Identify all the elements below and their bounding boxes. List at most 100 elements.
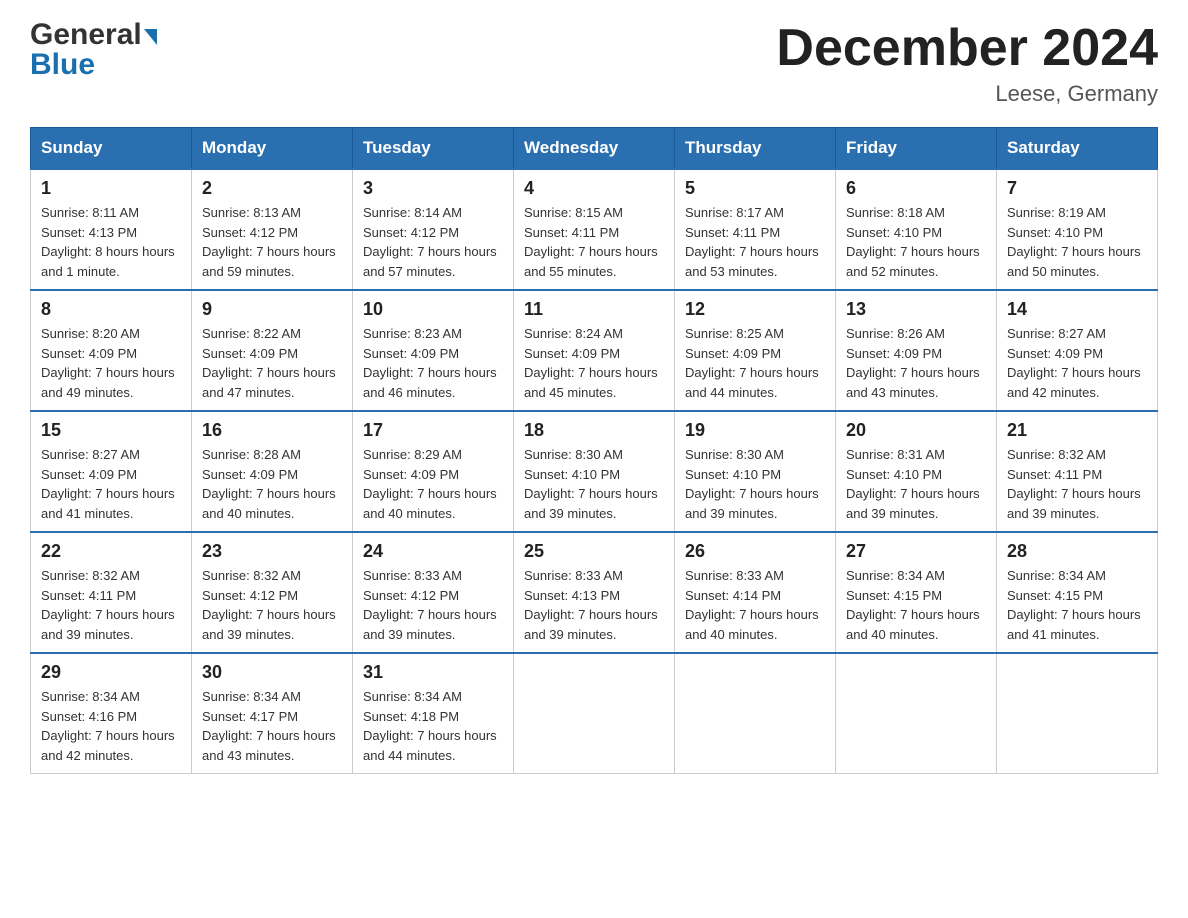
table-row: 11 Sunrise: 8:24 AMSunset: 4:09 PMDaylig… (514, 290, 675, 411)
day-number: 12 (685, 299, 825, 320)
calendar-week-row: 22 Sunrise: 8:32 AMSunset: 4:11 PMDaylig… (31, 532, 1158, 653)
title-block: December 2024 Leese, Germany (776, 20, 1158, 107)
day-info: Sunrise: 8:14 AMSunset: 4:12 PMDaylight:… (363, 203, 503, 281)
day-info: Sunrise: 8:31 AMSunset: 4:10 PMDaylight:… (846, 445, 986, 523)
day-info: Sunrise: 8:30 AMSunset: 4:10 PMDaylight:… (524, 445, 664, 523)
table-row (836, 653, 997, 774)
day-info: Sunrise: 8:25 AMSunset: 4:09 PMDaylight:… (685, 324, 825, 402)
day-info: Sunrise: 8:17 AMSunset: 4:11 PMDaylight:… (685, 203, 825, 281)
day-info: Sunrise: 8:34 AMSunset: 4:18 PMDaylight:… (363, 687, 503, 765)
calendar-week-row: 15 Sunrise: 8:27 AMSunset: 4:09 PMDaylig… (31, 411, 1158, 532)
day-info: Sunrise: 8:32 AMSunset: 4:11 PMDaylight:… (1007, 445, 1147, 523)
table-row: 8 Sunrise: 8:20 AMSunset: 4:09 PMDayligh… (31, 290, 192, 411)
day-info: Sunrise: 8:15 AMSunset: 4:11 PMDaylight:… (524, 203, 664, 281)
day-number: 29 (41, 662, 181, 683)
day-info: Sunrise: 8:34 AMSunset: 4:17 PMDaylight:… (202, 687, 342, 765)
table-row (997, 653, 1158, 774)
page-header: General Blue December 2024 Leese, German… (30, 20, 1158, 107)
day-number: 10 (363, 299, 503, 320)
day-number: 8 (41, 299, 181, 320)
header-sunday: Sunday (31, 128, 192, 170)
day-info: Sunrise: 8:32 AMSunset: 4:11 PMDaylight:… (41, 566, 181, 644)
table-row: 28 Sunrise: 8:34 AMSunset: 4:15 PMDaylig… (997, 532, 1158, 653)
day-number: 25 (524, 541, 664, 562)
day-number: 5 (685, 178, 825, 199)
table-row: 26 Sunrise: 8:33 AMSunset: 4:14 PMDaylig… (675, 532, 836, 653)
header-thursday: Thursday (675, 128, 836, 170)
day-info: Sunrise: 8:30 AMSunset: 4:10 PMDaylight:… (685, 445, 825, 523)
table-row: 14 Sunrise: 8:27 AMSunset: 4:09 PMDaylig… (997, 290, 1158, 411)
day-number: 2 (202, 178, 342, 199)
day-info: Sunrise: 8:27 AMSunset: 4:09 PMDaylight:… (1007, 324, 1147, 402)
table-row: 9 Sunrise: 8:22 AMSunset: 4:09 PMDayligh… (192, 290, 353, 411)
header-monday: Monday (192, 128, 353, 170)
day-number: 20 (846, 420, 986, 441)
table-row: 4 Sunrise: 8:15 AMSunset: 4:11 PMDayligh… (514, 169, 675, 290)
logo-arrow-icon (144, 29, 157, 45)
calendar-table: Sunday Monday Tuesday Wednesday Thursday… (30, 127, 1158, 774)
day-info: Sunrise: 8:32 AMSunset: 4:12 PMDaylight:… (202, 566, 342, 644)
table-row: 1 Sunrise: 8:11 AMSunset: 4:13 PMDayligh… (31, 169, 192, 290)
day-info: Sunrise: 8:22 AMSunset: 4:09 PMDaylight:… (202, 324, 342, 402)
day-info: Sunrise: 8:29 AMSunset: 4:09 PMDaylight:… (363, 445, 503, 523)
table-row: 19 Sunrise: 8:30 AMSunset: 4:10 PMDaylig… (675, 411, 836, 532)
header-wednesday: Wednesday (514, 128, 675, 170)
day-number: 11 (524, 299, 664, 320)
day-info: Sunrise: 8:34 AMSunset: 4:15 PMDaylight:… (846, 566, 986, 644)
table-row: 18 Sunrise: 8:30 AMSunset: 4:10 PMDaylig… (514, 411, 675, 532)
table-row: 24 Sunrise: 8:33 AMSunset: 4:12 PMDaylig… (353, 532, 514, 653)
table-row: 20 Sunrise: 8:31 AMSunset: 4:10 PMDaylig… (836, 411, 997, 532)
table-row: 29 Sunrise: 8:34 AMSunset: 4:16 PMDaylig… (31, 653, 192, 774)
day-info: Sunrise: 8:27 AMSunset: 4:09 PMDaylight:… (41, 445, 181, 523)
day-number: 7 (1007, 178, 1147, 199)
day-info: Sunrise: 8:34 AMSunset: 4:15 PMDaylight:… (1007, 566, 1147, 644)
calendar-week-row: 29 Sunrise: 8:34 AMSunset: 4:16 PMDaylig… (31, 653, 1158, 774)
day-number: 1 (41, 178, 181, 199)
day-number: 3 (363, 178, 503, 199)
day-number: 21 (1007, 420, 1147, 441)
calendar-week-row: 8 Sunrise: 8:20 AMSunset: 4:09 PMDayligh… (31, 290, 1158, 411)
table-row: 7 Sunrise: 8:19 AMSunset: 4:10 PMDayligh… (997, 169, 1158, 290)
table-row (514, 653, 675, 774)
day-info: Sunrise: 8:28 AMSunset: 4:09 PMDaylight:… (202, 445, 342, 523)
day-number: 14 (1007, 299, 1147, 320)
table-row: 27 Sunrise: 8:34 AMSunset: 4:15 PMDaylig… (836, 532, 997, 653)
day-info: Sunrise: 8:33 AMSunset: 4:13 PMDaylight:… (524, 566, 664, 644)
logo-blue: Blue (30, 50, 95, 80)
day-number: 15 (41, 420, 181, 441)
day-info: Sunrise: 8:23 AMSunset: 4:09 PMDaylight:… (363, 324, 503, 402)
table-row: 31 Sunrise: 8:34 AMSunset: 4:18 PMDaylig… (353, 653, 514, 774)
day-number: 4 (524, 178, 664, 199)
table-row: 12 Sunrise: 8:25 AMSunset: 4:09 PMDaylig… (675, 290, 836, 411)
day-info: Sunrise: 8:33 AMSunset: 4:12 PMDaylight:… (363, 566, 503, 644)
day-number: 27 (846, 541, 986, 562)
day-number: 18 (524, 420, 664, 441)
table-row: 2 Sunrise: 8:13 AMSunset: 4:12 PMDayligh… (192, 169, 353, 290)
day-info: Sunrise: 8:33 AMSunset: 4:14 PMDaylight:… (685, 566, 825, 644)
day-info: Sunrise: 8:13 AMSunset: 4:12 PMDaylight:… (202, 203, 342, 281)
day-number: 6 (846, 178, 986, 199)
day-number: 9 (202, 299, 342, 320)
day-number: 19 (685, 420, 825, 441)
table-row: 6 Sunrise: 8:18 AMSunset: 4:10 PMDayligh… (836, 169, 997, 290)
day-number: 23 (202, 541, 342, 562)
table-row: 16 Sunrise: 8:28 AMSunset: 4:09 PMDaylig… (192, 411, 353, 532)
day-info: Sunrise: 8:18 AMSunset: 4:10 PMDaylight:… (846, 203, 986, 281)
table-row (675, 653, 836, 774)
calendar-header-row: Sunday Monday Tuesday Wednesday Thursday… (31, 128, 1158, 170)
day-number: 31 (363, 662, 503, 683)
table-row: 13 Sunrise: 8:26 AMSunset: 4:09 PMDaylig… (836, 290, 997, 411)
day-number: 13 (846, 299, 986, 320)
table-row: 23 Sunrise: 8:32 AMSunset: 4:12 PMDaylig… (192, 532, 353, 653)
header-friday: Friday (836, 128, 997, 170)
day-info: Sunrise: 8:26 AMSunset: 4:09 PMDaylight:… (846, 324, 986, 402)
day-number: 28 (1007, 541, 1147, 562)
day-number: 30 (202, 662, 342, 683)
logo: General Blue (30, 20, 157, 80)
day-number: 17 (363, 420, 503, 441)
table-row: 25 Sunrise: 8:33 AMSunset: 4:13 PMDaylig… (514, 532, 675, 653)
table-row: 22 Sunrise: 8:32 AMSunset: 4:11 PMDaylig… (31, 532, 192, 653)
table-row: 15 Sunrise: 8:27 AMSunset: 4:09 PMDaylig… (31, 411, 192, 532)
calendar-subtitle: Leese, Germany (776, 81, 1158, 107)
calendar-week-row: 1 Sunrise: 8:11 AMSunset: 4:13 PMDayligh… (31, 169, 1158, 290)
